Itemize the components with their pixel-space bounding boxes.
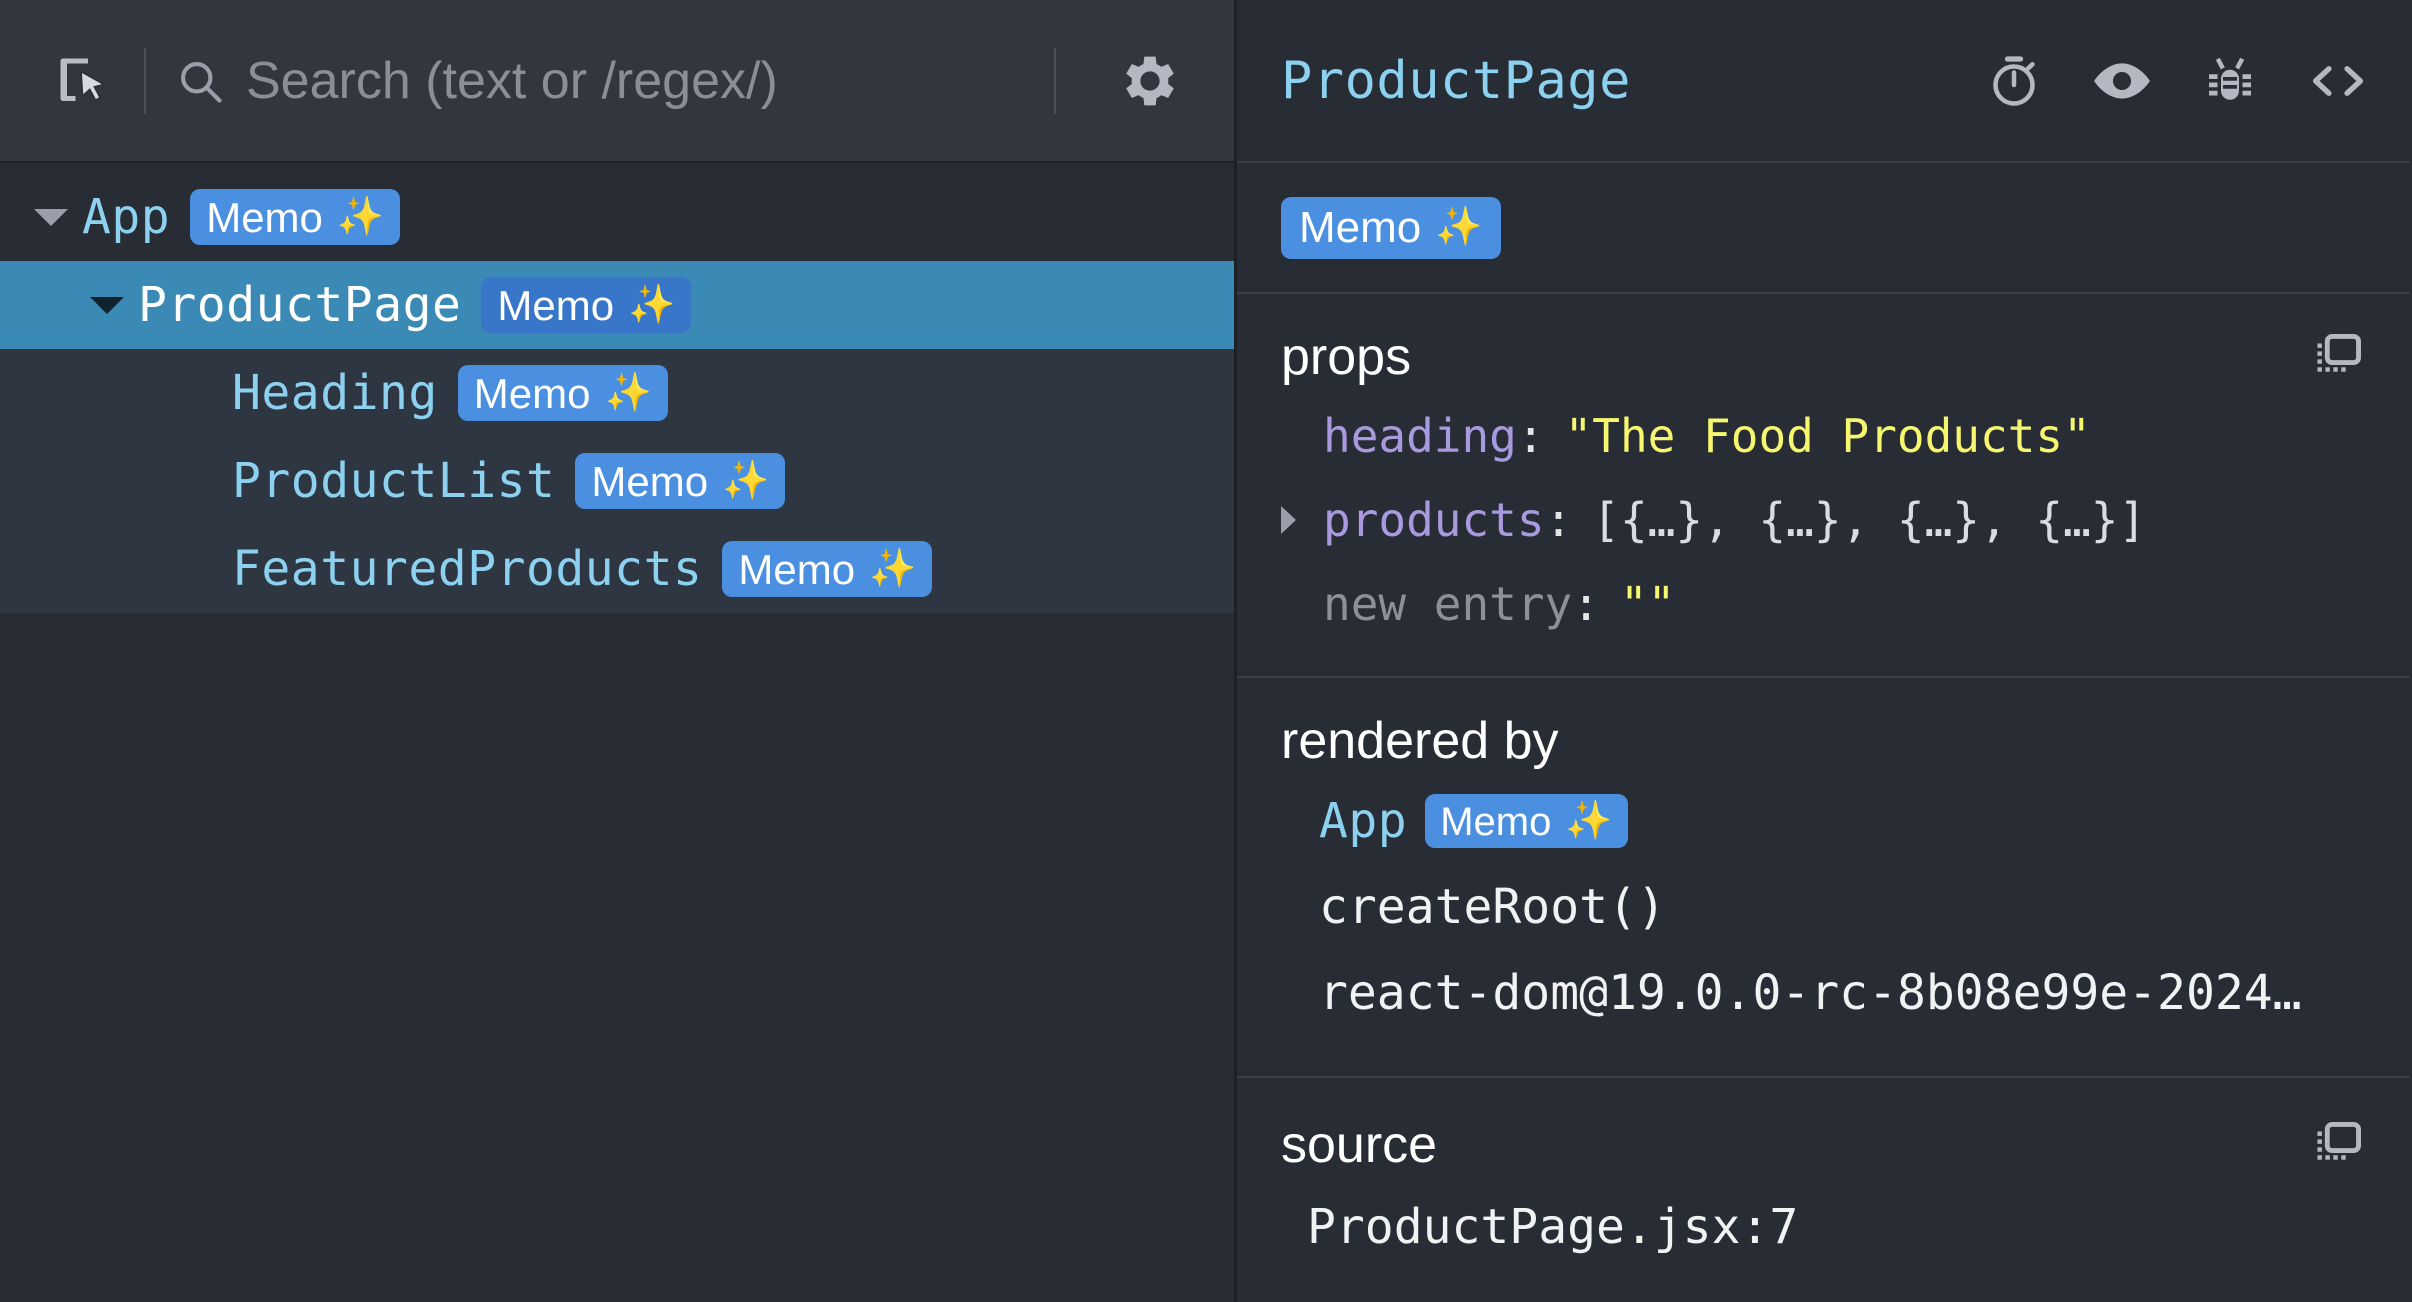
- toolbar-divider-right: [1054, 48, 1056, 114]
- tree-toolbar: [0, 0, 1234, 163]
- memo-badge: Memo ✨: [1281, 197, 1501, 259]
- sparkles-icon: ✨: [722, 462, 769, 500]
- component-name: ProductPage: [138, 277, 461, 333]
- badge-label: Memo: [206, 197, 323, 239]
- toolbar-divider: [144, 48, 146, 114]
- inspector-memo-badge-row: Memo ✨: [1237, 163, 2409, 294]
- component-name: Heading: [232, 365, 438, 421]
- search-field-wrapper: [172, 0, 1034, 161]
- sparkles-icon: ✨: [337, 198, 384, 236]
- badge-label: Memo: [738, 549, 855, 591]
- eye-icon: [2091, 50, 2153, 112]
- source-section: source: [1237, 1078, 2409, 1302]
- inspector-header: ProductPage: [1237, 0, 2409, 163]
- sparkles-icon: ✨: [1565, 802, 1612, 840]
- inspect-element-button[interactable]: [40, 38, 126, 124]
- components-tree-panel: App Memo ✨ ProductPage Memo ✨ Heading: [0, 0, 1237, 1302]
- prop-colon: :: [1572, 577, 1600, 631]
- props-section-header: props: [1237, 320, 2409, 394]
- view-source-button[interactable]: [2305, 48, 2371, 114]
- inspector-actions: [1981, 48, 2371, 114]
- memo-badge: Memo ✨: [458, 365, 668, 421]
- copy-props-button[interactable]: [2307, 326, 2369, 388]
- search-input[interactable]: [246, 51, 1034, 111]
- inspected-component-title: ProductPage: [1281, 51, 1981, 111]
- source-location-row[interactable]: ProductPage.jsx:7: [1237, 1182, 2409, 1272]
- prop-key: heading: [1323, 409, 1517, 463]
- tree-row[interactable]: FeaturedProducts Memo ✨: [0, 525, 1234, 613]
- prop-value[interactable]: "The Food Products": [1565, 409, 2091, 463]
- rendered-by-package-row[interactable]: react-dom@19.0.0-rc-8b08e99e-2024…: [1237, 950, 2409, 1036]
- inspector-panel: ProductPage: [1237, 0, 2409, 1302]
- copy-icon: [2310, 1117, 2366, 1173]
- copy-source-button[interactable]: [2307, 1114, 2369, 1176]
- memo-badge: Memo ✨: [481, 277, 691, 333]
- badge-label: Memo: [591, 461, 708, 503]
- component-name: App: [82, 189, 170, 245]
- copy-icon: [2310, 329, 2366, 385]
- bug-icon: [2200, 51, 2260, 111]
- prop-colon: :: [1545, 493, 1573, 547]
- memo-badge: Memo ✨: [1425, 794, 1627, 848]
- sparkles-icon: ✨: [1435, 208, 1482, 246]
- suspend-toggle-button[interactable]: [1981, 48, 2047, 114]
- chevron-down-icon[interactable]: [84, 282, 130, 328]
- source-section-header: source: [1237, 1108, 2409, 1182]
- inspect-element-icon: [53, 51, 113, 111]
- timer-icon: [1984, 51, 2044, 111]
- package-version-label: react-dom@19.0.0-rc-8b08e99e-2024…: [1319, 965, 2302, 1021]
- memo-badge: Memo ✨: [575, 453, 785, 509]
- tree-row-selected[interactable]: ProductPage Memo ✨: [0, 261, 1234, 349]
- section-title: rendered by: [1281, 711, 2369, 771]
- prop-row[interactable]: heading : "The Food Products": [1237, 394, 2409, 478]
- prop-value[interactable]: [{…}, {…}, {…}, {…}]: [1592, 493, 2146, 547]
- section-title: props: [1281, 327, 2307, 387]
- search-icon: [172, 53, 228, 109]
- memo-badge: Memo ✨: [722, 541, 932, 597]
- rendered-by-section: rendered by App Memo ✨ createRoot() reac…: [1237, 678, 2409, 1078]
- prop-row[interactable]: products : [{…}, {…}, {…}, {…}]: [1237, 478, 2409, 562]
- root-label: createRoot(): [1319, 879, 1666, 935]
- sparkles-icon: ✨: [628, 286, 675, 324]
- prop-key: products: [1323, 493, 1545, 547]
- source-location[interactable]: ProductPage.jsx:7: [1307, 1199, 1798, 1255]
- prop-colon: :: [1517, 409, 1545, 463]
- rendered-by-section-header: rendered by: [1237, 704, 2409, 778]
- rendered-by-root-row[interactable]: createRoot(): [1237, 864, 2409, 950]
- badge-label: Memo: [497, 285, 614, 327]
- tree-row[interactable]: App Memo ✨: [0, 173, 1234, 261]
- prop-key[interactable]: new entry: [1323, 577, 1572, 631]
- owner-component-name: App: [1319, 793, 1407, 849]
- memo-badge: Memo ✨: [190, 189, 400, 245]
- tree-row[interactable]: Heading Memo ✨: [0, 349, 1234, 437]
- sparkles-icon: ✨: [605, 374, 652, 412]
- log-to-console-button[interactable]: [2197, 48, 2263, 114]
- inspect-dom-button[interactable]: [2089, 48, 2155, 114]
- rendered-by-owner-row[interactable]: App Memo ✨: [1237, 778, 2409, 864]
- prop-value[interactable]: "": [1620, 577, 1675, 631]
- settings-button[interactable]: [1102, 33, 1198, 129]
- component-name: FeaturedProducts: [232, 541, 702, 597]
- props-section: props: [1237, 294, 2409, 678]
- component-tree[interactable]: App Memo ✨ ProductPage Memo ✨ Heading: [0, 163, 1234, 1302]
- tree-row[interactable]: ProductList Memo ✨: [0, 437, 1234, 525]
- chevron-down-icon[interactable]: [28, 194, 74, 240]
- badge-label: Memo: [1299, 206, 1421, 250]
- prop-row-new-entry[interactable]: new entry : "": [1237, 562, 2409, 646]
- section-title: source: [1281, 1115, 2307, 1175]
- chevron-right-icon[interactable]: [1281, 506, 1323, 534]
- badge-label: Memo: [1440, 802, 1551, 842]
- react-devtools-window: App Memo ✨ ProductPage Memo ✨ Heading: [0, 0, 2412, 1302]
- code-brackets-icon: [2306, 49, 2370, 113]
- component-name: ProductList: [232, 453, 555, 509]
- badge-label: Memo: [474, 373, 591, 415]
- sparkles-icon: ✨: [869, 550, 916, 588]
- gear-icon: [1116, 47, 1184, 115]
